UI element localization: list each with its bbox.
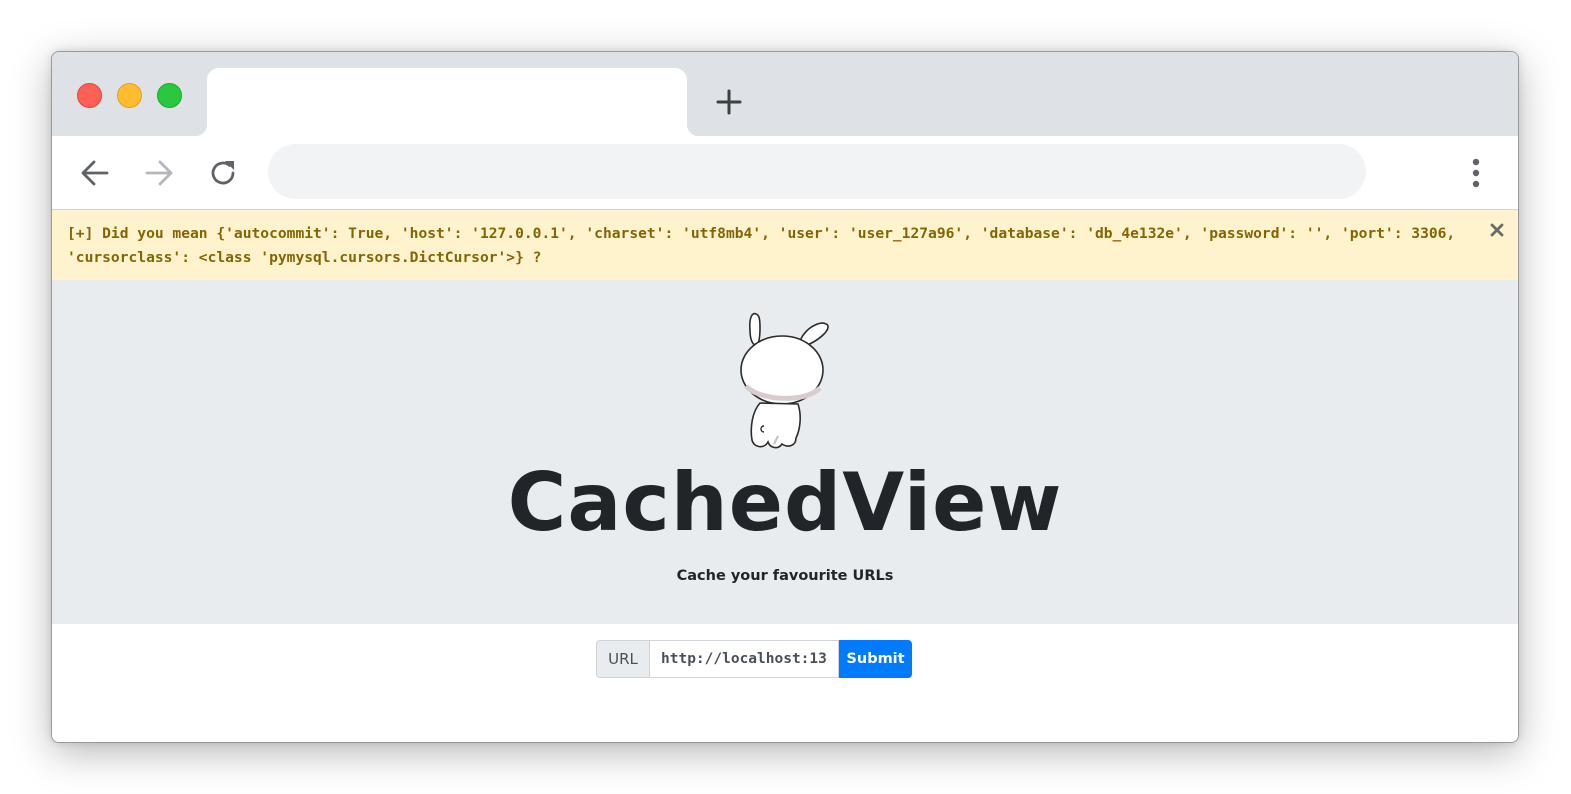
close-window-button[interactable] bbox=[77, 83, 102, 108]
reload-button[interactable] bbox=[205, 155, 241, 191]
page-tagline: Cache your favourite URLs bbox=[676, 568, 894, 584]
active-tab[interactable] bbox=[195, 68, 699, 136]
url-input[interactable] bbox=[649, 640, 839, 678]
url-form: URL Submit bbox=[596, 640, 912, 678]
warning-alert: [+] Did you mean {'autocommit': True, 'h… bbox=[52, 210, 1518, 280]
arrow-right-icon bbox=[145, 160, 173, 186]
forward-button[interactable] bbox=[141, 155, 177, 191]
page-content: [+] Did you mean {'autocommit': True, 'h… bbox=[52, 210, 1518, 742]
plus-icon bbox=[716, 89, 742, 115]
alert-close-button[interactable] bbox=[1488, 221, 1506, 239]
browser-window: [+] Did you mean {'autocommit': True, 'h… bbox=[51, 51, 1519, 743]
alert-message: [+] Did you mean {'autocommit': True, 'h… bbox=[67, 225, 1456, 266]
address-bar[interactable] bbox=[268, 144, 1366, 199]
url-input-label: URL bbox=[596, 640, 649, 678]
new-tab-button[interactable] bbox=[714, 87, 744, 117]
arrow-left-icon bbox=[81, 160, 109, 186]
back-button[interactable] bbox=[77, 155, 113, 191]
tab-strip bbox=[52, 52, 1518, 136]
browser-toolbar bbox=[52, 136, 1518, 210]
bunny-mascot bbox=[740, 312, 829, 449]
hero-jumbotron: CachedView Cache your favourite URLs bbox=[52, 280, 1518, 624]
page-title: CachedView bbox=[507, 456, 1063, 549]
minimize-window-button[interactable] bbox=[117, 83, 142, 108]
reload-icon bbox=[211, 161, 235, 185]
maximize-window-button[interactable] bbox=[157, 83, 182, 108]
kebab-menu-icon bbox=[1472, 158, 1480, 188]
close-icon bbox=[1490, 223, 1504, 237]
submit-button[interactable]: Submit bbox=[839, 640, 912, 678]
browser-menu-button[interactable] bbox=[1464, 156, 1488, 190]
